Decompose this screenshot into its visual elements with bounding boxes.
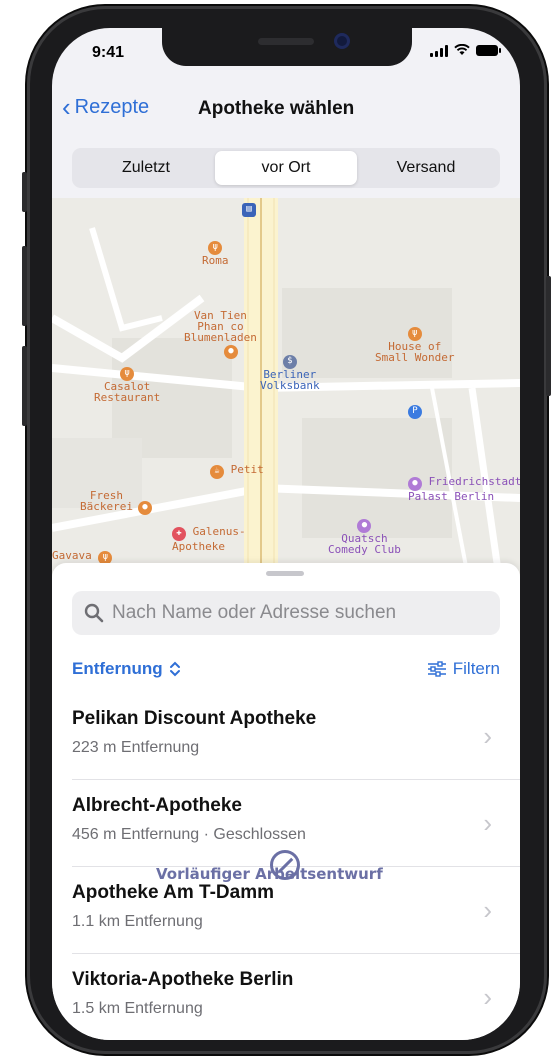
- pharmacy-name: Pelikan Discount Apotheke: [72, 708, 317, 729]
- chevron-up-down-icon: [169, 661, 180, 677]
- map-poi-blumenladen[interactable]: Van Tien Phan co Blumenladen: [184, 310, 257, 343]
- bakery-icon: ●: [138, 500, 152, 515]
- phone-screen: 9:41 ‹ Rezepte Apotheke wählen Zuletzt v…: [52, 28, 520, 1040]
- sort-button[interactable]: Entfernung: [72, 659, 181, 679]
- pharmacy-distance: 223 m Entfernung: [72, 739, 200, 756]
- map-poi-friedrichstadt-palast[interactable]: ● Friedrichstadt Palast Berlin: [408, 476, 520, 502]
- back-label: Rezepte: [74, 96, 150, 118]
- navigation-bar: ‹ Rezepte Apotheke wählen: [52, 90, 520, 130]
- bank-icon: $: [282, 354, 297, 369]
- speaker: [258, 38, 314, 45]
- filter-label: Filtern: [452, 659, 500, 678]
- sort-filter-row: Entfernung Filtern: [72, 659, 500, 683]
- chevron-right-icon: ›: [483, 808, 492, 838]
- filter-button[interactable]: Filtern: [427, 659, 500, 679]
- sliders-icon: [427, 661, 446, 677]
- map-poi-berliner-volksbank[interactable]: $ Berliner Volksbank: [260, 354, 320, 391]
- list-item[interactable]: Pelikan Discount Apotheke 223 m Entfernu…: [72, 693, 520, 780]
- page-title: Apotheke wählen: [198, 98, 355, 119]
- restaurant-icon: ψ: [407, 326, 422, 341]
- map-poi-petit[interactable]: ☕ Petit: [210, 464, 264, 479]
- signal-icon: [430, 44, 448, 57]
- chevron-right-icon: ›: [483, 721, 492, 751]
- power-button: [546, 276, 551, 396]
- tab-vor-ort[interactable]: vor Ort: [215, 151, 357, 185]
- volume-up-button: [22, 246, 27, 326]
- map-poi-quatsch-comedy-club[interactable]: ● Quatsch Comedy Club: [328, 518, 401, 555]
- pharmacy-sheet: Nach Name oder Adresse suchen Entfernung: [52, 563, 520, 1040]
- map-poi-galenus-apotheke[interactable]: ✚ Galenus- Apotheke: [172, 526, 246, 552]
- sort-label: Entfernung: [72, 659, 163, 678]
- pharmacy-distance: 1.5 km Entfernung: [72, 1000, 203, 1017]
- draft-watermark: Vorläufiger Arbeitsentwurf: [156, 865, 383, 883]
- back-button[interactable]: ‹ Rezepte: [62, 91, 150, 122]
- pharmacy-distance: 456 m Entfernung · Geschlossen: [72, 826, 306, 843]
- status-time: 9:41: [92, 44, 125, 61]
- segmented-control: Zuletzt vor Ort Versand: [72, 148, 500, 188]
- pharmacy-icon: ✚: [172, 526, 186, 541]
- wifi-icon: [454, 43, 470, 57]
- map-poi-blumenladen-pin: ●: [224, 344, 238, 359]
- pharmacy-name: Viktoria-Apotheke Berlin: [72, 969, 294, 990]
- search-placeholder: Nach Name oder Adresse suchen: [112, 602, 397, 623]
- pharmacy-name: Albrecht-Apotheke: [72, 795, 242, 816]
- theater-icon: ●: [408, 476, 422, 491]
- restaurant-icon: ψ: [208, 240, 223, 255]
- mute-switch: [22, 172, 27, 212]
- sheet-drag-handle[interactable]: [266, 571, 304, 576]
- status-icons: [430, 43, 501, 57]
- search-input[interactable]: Nach Name oder Adresse suchen: [72, 591, 500, 635]
- notch: [162, 28, 412, 66]
- map-poi-casalot[interactable]: ψ Casalot Restaurant: [94, 366, 160, 403]
- map-poi-fresh-baeckerei[interactable]: Fresh Bäckerei: [80, 490, 133, 512]
- battery-icon: [476, 45, 501, 56]
- tab-versand[interactable]: Versand: [355, 151, 497, 185]
- camera: [334, 33, 350, 49]
- transit-icon[interactable]: ▤: [242, 202, 256, 217]
- parking-icon[interactable]: P: [408, 404, 422, 419]
- map-poi-house-of-small-wonder[interactable]: ψ House of Small Wonder: [375, 326, 454, 363]
- pharmacy-distance: 1.1 km Entfernung: [72, 913, 203, 930]
- volume-down-button: [22, 346, 27, 426]
- chevron-left-icon: ‹: [62, 91, 71, 122]
- shop-icon: ●: [224, 344, 238, 359]
- map-view[interactable]: ▤ ψ Roma Van Tien Phan co Blumenladen ● ψ…: [52, 198, 520, 598]
- chevron-right-icon: ›: [483, 982, 492, 1012]
- theater-icon: ●: [357, 518, 372, 533]
- pharmacy-name: Apotheke Am T-Damm: [72, 882, 274, 903]
- tab-zuletzt[interactable]: Zuletzt: [75, 151, 217, 185]
- restaurant-icon: ψ: [120, 366, 135, 381]
- cafe-icon: ☕: [210, 464, 224, 479]
- map-poi-roma[interactable]: ψ Roma: [202, 240, 229, 266]
- chevron-right-icon: ›: [483, 895, 492, 925]
- search-icon: [84, 603, 104, 623]
- list-item[interactable]: Viktoria-Apotheke Berlin 1.5 km Entfernu…: [72, 954, 520, 1040]
